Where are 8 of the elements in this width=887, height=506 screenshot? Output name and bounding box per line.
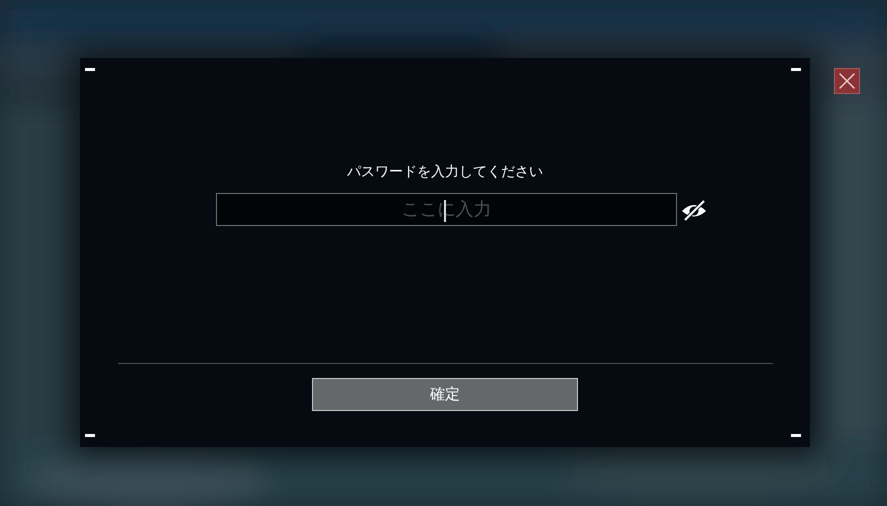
close-button[interactable] (834, 68, 860, 94)
corner-mark (85, 68, 95, 71)
corner-mark (85, 434, 95, 437)
eye-slash-icon[interactable] (680, 198, 708, 222)
corner-mark (791, 434, 801, 437)
corner-mark (791, 68, 801, 71)
confirm-button[interactable]: 確定 (312, 378, 578, 411)
dialog-title: パスワードを入力してください (347, 163, 543, 182)
